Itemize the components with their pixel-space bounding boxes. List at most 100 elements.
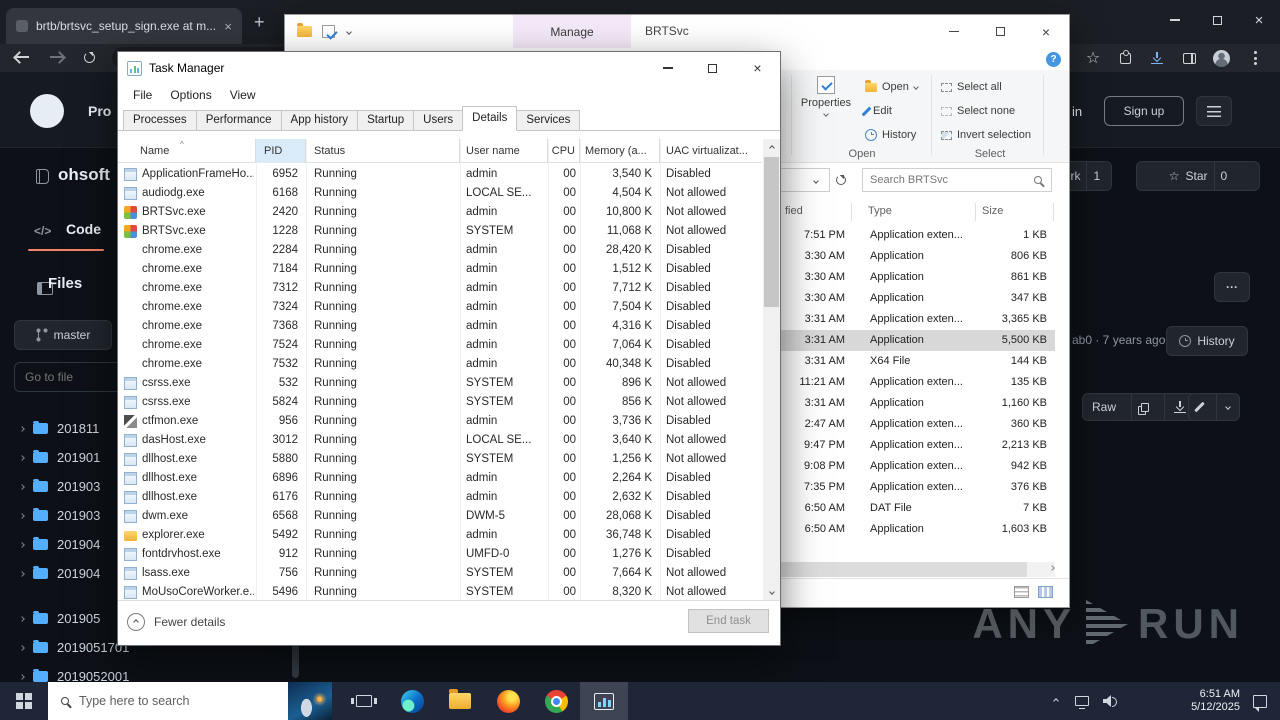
process-row[interactable]: audiodg.exe 6168 Running LOCAL SE... 00 … <box>118 184 762 203</box>
process-row[interactable]: lsass.exe 756 Running SYSTEM 00 7,664 K … <box>118 564 762 583</box>
scroll-right-icon[interactable] <box>1049 565 1055 571</box>
download-icon[interactable] <box>1148 49 1166 67</box>
browser-maximize-button[interactable] <box>1196 0 1238 40</box>
tm-close-button[interactable]: × <box>735 52 780 84</box>
tm-minimize-button[interactable] <box>645 52 690 84</box>
explorer-refresh-icon[interactable] <box>836 172 846 190</box>
volume-icon[interactable] <box>1096 682 1124 720</box>
tray-show-hidden-icons[interactable] <box>1044 682 1068 720</box>
raw-button[interactable]: Raw <box>1083 394 1125 420</box>
header-uac[interactable]: UAC virtualizat... <box>660 139 762 163</box>
address-dropdown-icon[interactable] <box>813 178 819 184</box>
process-row[interactable]: chrome.exe 7532 Running admin 00 40,348 … <box>118 355 762 374</box>
process-row[interactable]: csrss.exe 5824 Running SYSTEM 00 856 K N… <box>118 393 762 412</box>
taskbar-clock[interactable]: 6:51 AM 5/12/2025 <box>1191 682 1240 720</box>
help-icon[interactable]: ? <box>1046 52 1061 67</box>
process-row[interactable]: chrome.exe 7524 Running admin 00 7,064 K… <box>118 336 762 355</box>
browser-close-button[interactable]: × <box>1238 0 1280 40</box>
taskbar-edge[interactable] <box>388 682 436 720</box>
process-row[interactable]: fontdrvhost.exe 912 Running UMFD-0 00 1,… <box>118 545 762 564</box>
extensions-icon[interactable] <box>1116 49 1134 67</box>
history-button[interactable]: History <box>1166 326 1248 356</box>
task-manager-tab[interactable]: Startup <box>357 110 415 131</box>
taskbar-chrome[interactable] <box>532 682 580 720</box>
quick-access-folder-icon[interactable] <box>297 23 312 37</box>
column-size[interactable]: Size <box>982 205 1003 217</box>
manage-contextual-tab[interactable]: Manage <box>513 15 631 48</box>
large-icons-view-icon[interactable] <box>1038 586 1053 598</box>
process-row[interactable]: chrome.exe 2284 Running admin 00 28,420 … <box>118 241 762 260</box>
header-pid[interactable]: PID <box>256 139 306 163</box>
task-manager-tab[interactable]: Performance <box>195 110 282 131</box>
back-icon[interactable] <box>16 56 29 58</box>
network-icon[interactable] <box>1068 682 1096 720</box>
search-highlight-image[interactable] <box>288 682 332 720</box>
refresh-icon[interactable] <box>84 52 95 63</box>
branch-selector-button[interactable]: master <box>14 320 112 350</box>
process-row[interactable]: chrome.exe 7184 Running admin 00 1,512 K… <box>118 260 762 279</box>
invert-selection-button[interactable]: Invert selection <box>937 125 1035 145</box>
task-manager-tab[interactable]: Details <box>462 106 518 131</box>
task-manager-tab[interactable]: Processes <box>123 110 197 131</box>
sign-up-button[interactable]: Sign up <box>1104 96 1184 126</box>
quick-access-properties-icon[interactable] <box>322 25 335 38</box>
details-view-icon[interactable] <box>1014 586 1029 598</box>
process-row[interactable]: dllhost.exe 6176 Running admin 00 2,632 … <box>118 488 762 507</box>
fewer-details-button[interactable]: Fewer details <box>127 613 225 631</box>
profile-avatar[interactable] <box>1212 49 1230 67</box>
browser-minimize-button[interactable] <box>1154 0 1196 40</box>
edit-dropdown-chevron-icon[interactable] <box>1216 394 1239 420</box>
bookmark-star-icon[interactable]: ☆ <box>1084 49 1102 67</box>
process-row[interactable]: ApplicationFrameHo... 6952 Running admin… <box>118 165 762 184</box>
process-row[interactable]: dllhost.exe 5880 Running SYSTEM 00 1,256… <box>118 450 762 469</box>
explorer-close-button[interactable]: × <box>1023 15 1069 48</box>
taskbar-search[interactable] <box>48 682 288 720</box>
explorer-maximize-button[interactable] <box>977 15 1023 48</box>
process-row[interactable]: dllhost.exe 6896 Running admin 00 2,264 … <box>118 469 762 488</box>
menu-file[interactable]: File <box>126 86 159 104</box>
start-button[interactable] <box>0 682 48 720</box>
task-manager-tab[interactable]: Users <box>413 110 464 131</box>
end-task-button[interactable]: End task <box>688 609 769 633</box>
new-tab-button[interactable]: + <box>254 13 265 31</box>
task-manager-tab[interactable]: Services <box>516 110 581 131</box>
history-ribbon-button[interactable]: History <box>861 125 920 145</box>
taskbar-firefox[interactable] <box>484 682 532 720</box>
taskbar-file-explorer[interactable] <box>436 682 484 720</box>
menu-view[interactable]: View <box>223 86 263 104</box>
forward-icon[interactable] <box>50 56 63 58</box>
tab-code[interactable]: Code <box>66 221 101 237</box>
scroll-down-icon[interactable] <box>763 583 780 600</box>
process-row[interactable]: explorer.exe 5492 Running admin 00 36,74… <box>118 526 762 545</box>
task-view-button[interactable] <box>340 682 388 720</box>
tm-maximize-button[interactable] <box>690 52 735 84</box>
column-date-modified[interactable]: fied <box>785 205 803 217</box>
sign-in-link[interactable]: in <box>1072 104 1082 119</box>
appearance-settings-button[interactable] <box>1196 96 1232 126</box>
nav-item-product[interactable]: Pro <box>88 103 111 119</box>
taskbar-search-input[interactable] <box>79 694 249 708</box>
process-row[interactable]: MoUsoCoreWorker.e... 5496 Running SYSTEM… <box>118 583 762 600</box>
action-center-button[interactable] <box>1244 682 1276 720</box>
task-manager-tab[interactable]: App history <box>280 110 359 131</box>
tab-close-icon[interactable]: × <box>224 19 232 34</box>
header-status[interactable]: Status <box>306 139 460 163</box>
browser-menu-kebab-icon[interactable] <box>1246 49 1264 67</box>
process-row[interactable]: csrss.exe 532 Running SYSTEM 00 896 K No… <box>118 374 762 393</box>
tm-vertical-scrollbar[interactable] <box>763 139 780 600</box>
edit-pencil-icon[interactable] <box>1189 394 1210 420</box>
process-row[interactable]: chrome.exe 7324 Running admin 00 7,504 K… <box>118 298 762 317</box>
select-none-button[interactable]: Select none <box>937 101 1019 121</box>
edit-button[interactable]: Edit <box>861 101 896 121</box>
open-button[interactable]: Open <box>861 77 922 97</box>
process-row[interactable]: chrome.exe 7312 Running admin 00 7,712 K… <box>118 279 762 298</box>
taskbar-task-manager[interactable] <box>580 682 628 720</box>
browser-tab[interactable]: brtb/brtsvc_setup_sign.exe at m... × <box>6 8 242 44</box>
header-user-name[interactable]: User name <box>460 139 548 163</box>
process-row[interactable]: ctfmon.exe 956 Running admin 00 3,736 K … <box>118 412 762 431</box>
select-all-button[interactable]: Select all <box>937 77 1006 97</box>
copy-icon[interactable] <box>1131 394 1158 420</box>
properties-button[interactable]: Properties <box>797 76 855 117</box>
explorer-minimize-button[interactable] <box>931 15 977 48</box>
sidebar-icon[interactable] <box>1180 49 1198 67</box>
